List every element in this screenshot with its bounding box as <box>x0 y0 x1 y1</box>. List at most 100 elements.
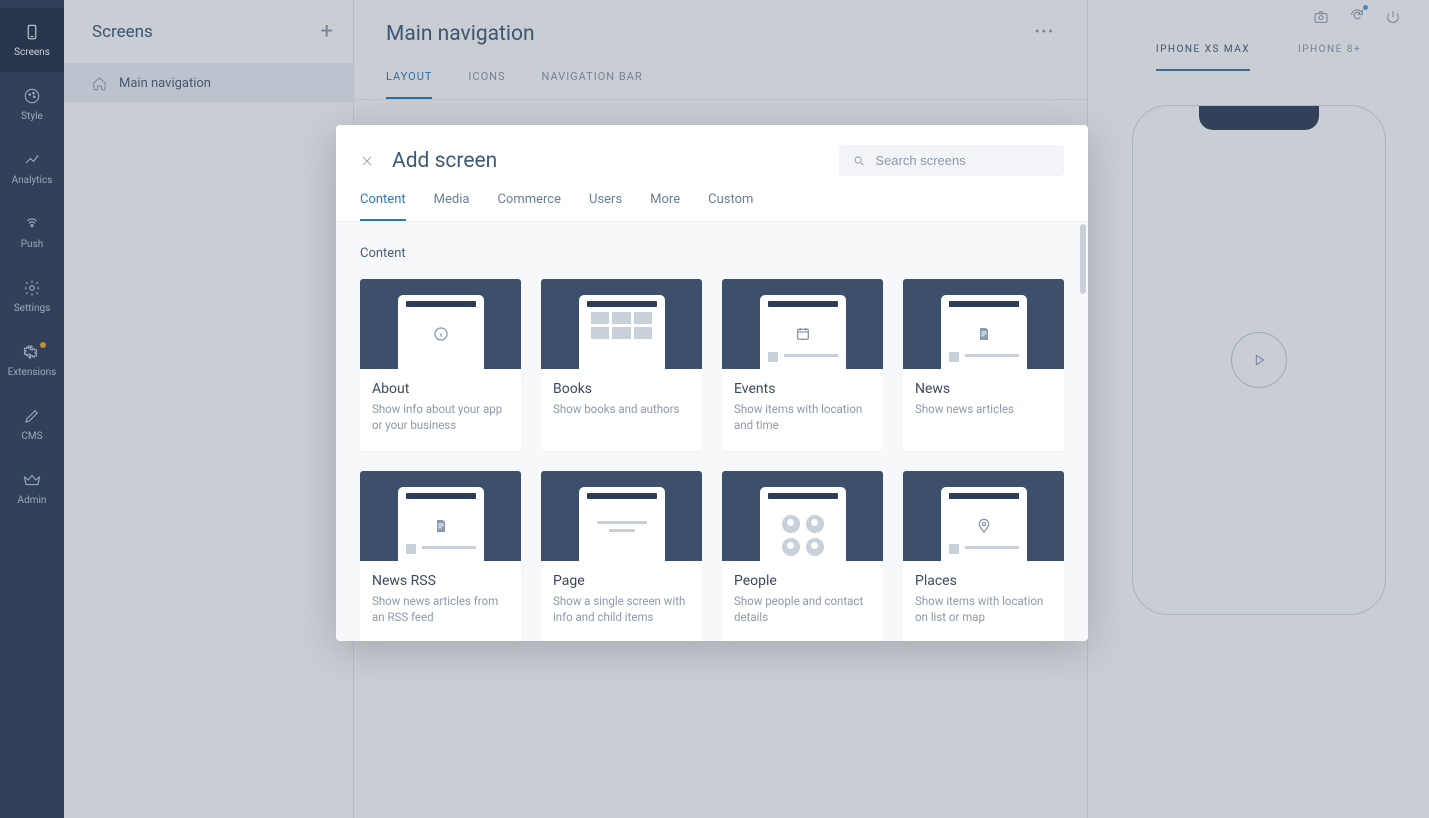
card-title: About <box>372 381 509 397</box>
more-options-button[interactable]: ••• <box>1035 24 1055 40</box>
card-preview <box>541 279 702 369</box>
rail-label: Style <box>21 111 43 122</box>
modal-section-label: Content <box>360 246 1064 261</box>
preview-panel: IPHONE XS MAX IPHONE 8+ <box>1088 0 1429 818</box>
modal-header: Add screen <box>336 125 1088 186</box>
rail-item-settings[interactable]: Settings <box>0 264 64 328</box>
card-text: Books Show books and authors <box>541 369 702 431</box>
rail-item-screens[interactable]: Screens <box>0 8 64 72</box>
tab-layout[interactable]: LAYOUT <box>386 70 432 99</box>
screen-card[interactable]: News RSS Show news articles from an RSS f… <box>360 471 521 641</box>
modal-tab-commerce[interactable]: Commerce <box>497 192 561 221</box>
card-title: Places <box>915 573 1052 589</box>
close-icon[interactable] <box>360 154 374 168</box>
rail-label: Admin <box>18 495 47 506</box>
rail-item-analytics[interactable]: Analytics <box>0 136 64 200</box>
play-preview-button[interactable] <box>1231 332 1287 388</box>
card-preview <box>903 279 1064 369</box>
screens-panel-header: Screens + <box>64 0 353 64</box>
power-icon[interactable] <box>1385 9 1401 25</box>
rail-item-extensions[interactable]: Extensions <box>0 328 64 392</box>
screen-card[interactable]: EventsShow items with location and time <box>722 279 883 451</box>
card-title: Books <box>553 381 690 397</box>
card-text: Page Show a single screen with info and c… <box>541 561 702 639</box>
puzzle-icon <box>23 343 41 361</box>
card-preview <box>903 471 1064 561</box>
card-desc: Show people and contact details <box>734 593 871 625</box>
card-preview-phone <box>760 487 846 561</box>
rail-item-style[interactable]: Style <box>0 72 64 136</box>
chart-icon <box>23 151 41 169</box>
page-title: Main navigation <box>386 22 1055 46</box>
preview-toolbar <box>1088 0 1429 34</box>
card-text: About Show info about your app or your bu… <box>360 369 521 447</box>
card-title: News RSS <box>372 573 509 589</box>
gear-icon <box>23 279 41 297</box>
card-title: People <box>734 573 871 589</box>
modal-tab-media[interactable]: Media <box>434 192 470 221</box>
screens-panel-title: Screens <box>92 22 153 42</box>
device-tab-xs-max[interactable]: IPHONE XS MAX <box>1156 44 1250 71</box>
editor-tabs: LAYOUT ICONS NAVIGATION BAR <box>354 46 1087 100</box>
card-preview-phone <box>941 295 1027 369</box>
card-title: Page <box>553 573 690 589</box>
card-preview <box>541 471 702 561</box>
card-preview-phone <box>579 487 665 561</box>
device-preview-frame <box>1132 105 1386 615</box>
card-desc: Show books and authors <box>553 401 690 417</box>
camera-icon[interactable] <box>1313 9 1329 25</box>
card-text: Places Show items with location on list o… <box>903 561 1064 639</box>
rail-item-cms[interactable]: CMS <box>0 392 64 456</box>
device-tabs: IPHONE XS MAX IPHONE 8+ <box>1088 34 1429 71</box>
modal-tab-users[interactable]: Users <box>589 192 622 221</box>
screen-list-item-label: Main navigation <box>119 76 211 91</box>
screen-card[interactable]: Books Show books and authors <box>541 279 702 451</box>
screen-list-item[interactable]: Main navigation <box>64 64 353 102</box>
card-desc: Show a single screen with info and child… <box>553 593 690 625</box>
screen-cards-grid: About Show info about your app or your bu… <box>360 279 1064 641</box>
refresh-icon <box>1349 7 1365 23</box>
modal-tab-custom[interactable]: Custom <box>708 192 753 221</box>
palette-icon <box>23 87 41 105</box>
rail-item-admin[interactable]: Admin <box>0 456 64 520</box>
card-desc: Show news articles <box>915 401 1052 417</box>
card-preview-phone <box>941 487 1027 561</box>
device-notch <box>1199 106 1319 130</box>
modal-tab-more[interactable]: More <box>650 192 680 221</box>
rail-item-push[interactable]: Push <box>0 200 64 264</box>
modal-tab-content[interactable]: Content <box>360 192 406 221</box>
search-box[interactable] <box>839 145 1064 176</box>
screens-panel: Screens + Main navigation <box>64 0 354 818</box>
card-preview-phone <box>398 295 484 369</box>
left-rail: Screens Style Analytics Push Settings Ex… <box>0 0 64 818</box>
screen-card[interactable]: News Show news articles <box>903 279 1064 451</box>
device-tab-8plus[interactable]: IPHONE 8+ <box>1298 44 1361 71</box>
refresh-button[interactable] <box>1349 7 1365 27</box>
search-input[interactable] <box>875 153 1050 168</box>
notification-dot-icon <box>40 342 46 348</box>
card-preview <box>722 471 883 561</box>
screen-card[interactable]: People Show people and contact details <box>722 471 883 641</box>
tab-icons[interactable]: ICONS <box>468 70 505 99</box>
tab-navigation-bar[interactable]: NAVIGATION BAR <box>542 70 643 99</box>
screen-card[interactable]: About Show info about your app or your bu… <box>360 279 521 451</box>
editor-header: Main navigation ••• <box>354 0 1087 46</box>
card-desc: Show items with location and time <box>734 401 871 433</box>
home-icon <box>92 76 107 91</box>
add-screen-button[interactable]: + <box>321 21 333 43</box>
scrollbar-thumb[interactable] <box>1080 224 1086 294</box>
add-screen-modal: Add screen Content Media Commerce Users … <box>336 125 1088 641</box>
broadcast-icon <box>23 215 41 233</box>
card-text: News Show news articles <box>903 369 1064 431</box>
card-desc: Show news articles from an RSS feed <box>372 593 509 625</box>
card-desc: Show info about your app or your busines… <box>372 401 509 433</box>
modal-body[interactable]: Content About Show info about your app or… <box>336 222 1088 641</box>
modal-title: Add screen <box>392 149 497 173</box>
card-text: People Show people and contact details <box>722 561 883 639</box>
card-title: News <box>915 381 1052 397</box>
card-desc: Show items with location on list or map <box>915 593 1052 625</box>
card-text: News RSS Show news articles from an RSS f… <box>360 561 521 639</box>
modal-tabs: Content Media Commerce Users More Custom <box>336 186 1088 222</box>
screen-card[interactable]: Page Show a single screen with info and c… <box>541 471 702 641</box>
screen-card[interactable]: Places Show items with location on list o… <box>903 471 1064 641</box>
